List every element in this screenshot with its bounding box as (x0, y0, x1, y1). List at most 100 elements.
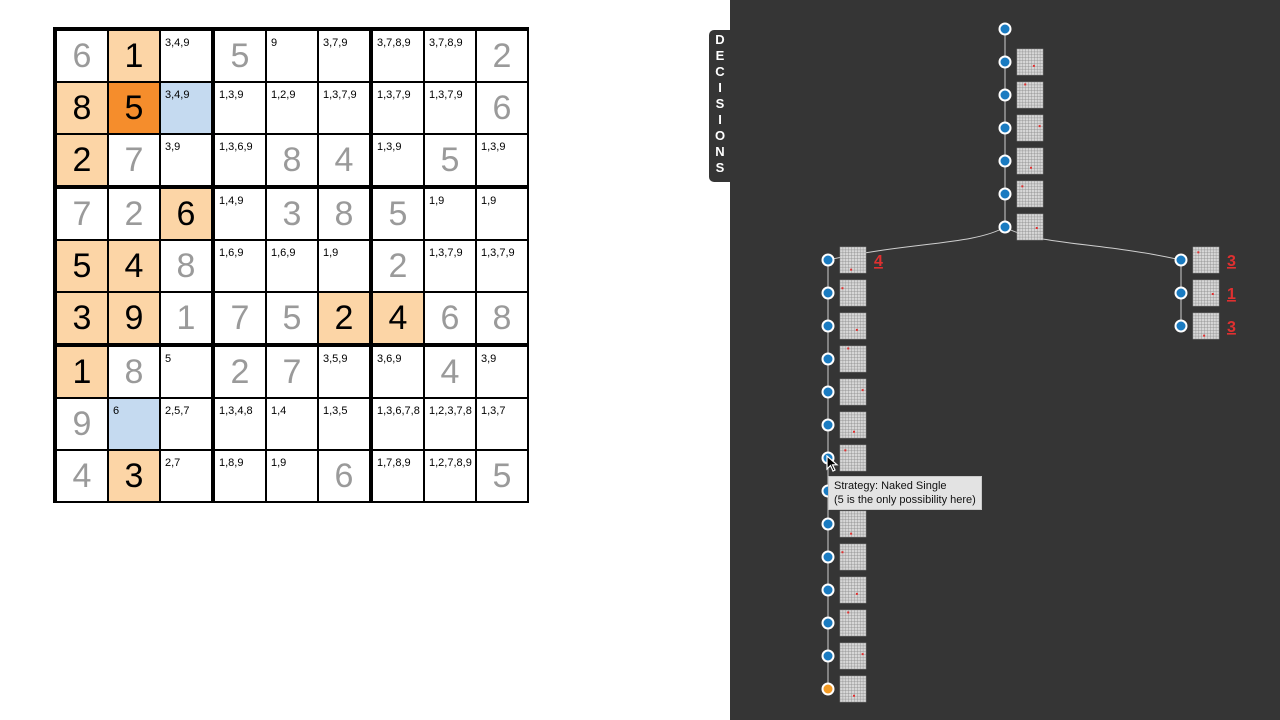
cell-r8c2[interactable]: 6 (109, 399, 159, 449)
cell-r8c4[interactable]: 1,3,4,8 (215, 399, 265, 449)
board-thumbnail[interactable] (1016, 114, 1044, 142)
cell-r7c7[interactable]: 3,6,9 (373, 347, 423, 397)
cell-r2c3[interactable]: 3,4,9 (161, 83, 211, 133)
tree-node[interactable] (821, 649, 835, 663)
cell-r8c5[interactable]: 1,4 (267, 399, 317, 449)
tree-node[interactable] (821, 319, 835, 333)
cell-r6c4[interactable]: 7 (215, 293, 265, 343)
cell-r5c2[interactable]: 4 (109, 241, 159, 291)
board-thumbnail[interactable] (839, 609, 867, 637)
cell-r2c8[interactable]: 1,3,7,9 (425, 83, 475, 133)
branch-label[interactable]: 3 (1227, 253, 1236, 270)
cell-r9c5[interactable]: 1,9 (267, 451, 317, 501)
board-thumbnail[interactable] (839, 675, 867, 703)
cell-r2c6[interactable]: 1,3,7,9 (319, 83, 369, 133)
cell-r5c8[interactable]: 1,3,7,9 (425, 241, 475, 291)
cell-r7c4[interactable]: 2 (215, 347, 265, 397)
tree-node[interactable] (998, 88, 1012, 102)
tree-node[interactable] (821, 550, 835, 564)
cell-r4c8[interactable]: 1,9 (425, 189, 475, 239)
board-thumbnail[interactable] (839, 378, 867, 406)
cell-r8c8[interactable]: 1,2,3,7,8 (425, 399, 475, 449)
cell-r1c9[interactable]: 2 (477, 31, 527, 81)
board-thumbnail[interactable] (1016, 48, 1044, 76)
cell-r4c1[interactable]: 7 (57, 189, 107, 239)
cell-r2c7[interactable]: 1,3,7,9 (373, 83, 423, 133)
board-thumbnail[interactable] (839, 312, 867, 340)
cell-r1c3[interactable]: 3,4,9 (161, 31, 211, 81)
cell-r3c8[interactable]: 5 (425, 135, 475, 185)
cell-r3c5[interactable]: 8 (267, 135, 317, 185)
cell-r6c6[interactable]: 2 (319, 293, 369, 343)
cell-r7c5[interactable]: 7 (267, 347, 317, 397)
tree-node[interactable] (1174, 286, 1188, 300)
cell-r8c6[interactable]: 1,3,5 (319, 399, 369, 449)
tree-node[interactable] (821, 385, 835, 399)
cell-r2c9[interactable]: 6 (477, 83, 527, 133)
board-thumbnail[interactable] (839, 345, 867, 373)
cell-r7c9[interactable]: 3,9 (477, 347, 527, 397)
cell-r1c2[interactable]: 1 (109, 31, 159, 81)
board-thumbnail[interactable] (1192, 279, 1220, 307)
branch-label[interactable]: 4 (874, 253, 883, 270)
cell-r3c1[interactable]: 2 (57, 135, 107, 185)
tree-node[interactable] (998, 154, 1012, 168)
board-thumbnail[interactable] (1192, 246, 1220, 274)
cell-r4c3[interactable]: 6 (161, 189, 211, 239)
cell-r5c1[interactable]: 5 (57, 241, 107, 291)
cell-r3c9[interactable]: 1,3,9 (477, 135, 527, 185)
cell-r2c1[interactable]: 8 (57, 83, 107, 133)
cell-r9c9[interactable]: 5 (477, 451, 527, 501)
cell-r8c9[interactable]: 1,3,7 (477, 399, 527, 449)
cell-r8c7[interactable]: 1,3,6,7,8 (373, 399, 423, 449)
cell-r6c9[interactable]: 8 (477, 293, 527, 343)
cell-r6c8[interactable]: 6 (425, 293, 475, 343)
cell-r5c5[interactable]: 1,6,9 (267, 241, 317, 291)
cell-r4c4[interactable]: 1,4,9 (215, 189, 265, 239)
cell-r1c8[interactable]: 3,7,8,9 (425, 31, 475, 81)
board-thumbnail[interactable] (839, 510, 867, 538)
cell-r9c7[interactable]: 1,7,8,9 (373, 451, 423, 501)
board-thumbnail[interactable] (839, 411, 867, 439)
cell-r4c2[interactable]: 2 (109, 189, 159, 239)
cell-r6c3[interactable]: 1 (161, 293, 211, 343)
cell-r6c5[interactable]: 5 (267, 293, 317, 343)
cell-r4c5[interactable]: 3 (267, 189, 317, 239)
cell-r7c2[interactable]: 8 (109, 347, 159, 397)
cell-r6c2[interactable]: 9 (109, 293, 159, 343)
board-thumbnail[interactable] (1016, 147, 1044, 175)
cell-r7c1[interactable]: 1 (57, 347, 107, 397)
cell-r5c6[interactable]: 1,9 (319, 241, 369, 291)
cell-r6c1[interactable]: 3 (57, 293, 107, 343)
tree-node[interactable] (998, 187, 1012, 201)
cell-r5c3[interactable]: 8 (161, 241, 211, 291)
cell-r4c6[interactable]: 8 (319, 189, 369, 239)
cell-r3c4[interactable]: 1,3,6,9 (215, 135, 265, 185)
board-thumbnail[interactable] (839, 279, 867, 307)
board-thumbnail[interactable] (1192, 312, 1220, 340)
branch-label[interactable]: 1 (1227, 286, 1236, 303)
tree-node[interactable] (821, 352, 835, 366)
board-thumbnail[interactable] (839, 642, 867, 670)
board-thumbnail[interactable] (839, 576, 867, 604)
board-thumbnail[interactable] (1016, 213, 1044, 241)
cell-r9c1[interactable]: 4 (57, 451, 107, 501)
board-thumbnail[interactable] (1016, 180, 1044, 208)
cell-r1c7[interactable]: 3,7,8,9 (373, 31, 423, 81)
cell-r6c7[interactable]: 4 (373, 293, 423, 343)
cell-r1c4[interactable]: 5 (215, 31, 265, 81)
tree-node[interactable] (821, 253, 835, 267)
cell-r5c4[interactable]: 1,6,9 (215, 241, 265, 291)
cell-r9c6[interactable]: 6 (319, 451, 369, 501)
tree-node[interactable] (1174, 253, 1188, 267)
cell-r7c6[interactable]: 3,5,9 (319, 347, 369, 397)
cell-r4c9[interactable]: 1,9 (477, 189, 527, 239)
tree-node[interactable] (821, 616, 835, 630)
board-thumbnail[interactable] (839, 246, 867, 274)
cell-r9c8[interactable]: 1,2,7,8,9 (425, 451, 475, 501)
cell-r3c6[interactable]: 4 (319, 135, 369, 185)
cell-r9c3[interactable]: 2,7 (161, 451, 211, 501)
cell-r1c1[interactable]: 6 (57, 31, 107, 81)
cell-r5c7[interactable]: 2 (373, 241, 423, 291)
tree-node[interactable] (1174, 319, 1188, 333)
